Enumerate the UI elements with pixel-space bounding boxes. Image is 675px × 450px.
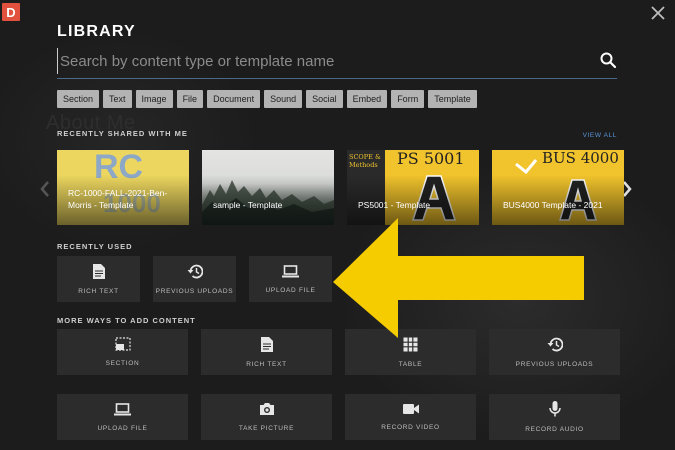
more-ways-heading: MORE WAYS TO ADD CONTENT (57, 316, 196, 325)
filter-chips: Section Text Image File Document Sound S… (57, 90, 477, 108)
recently-shared-heading: RECENTLY SHARED WITH ME (57, 129, 188, 138)
search-input[interactable] (57, 48, 577, 74)
recently-used-heading: RECENTLY USED (57, 242, 133, 251)
template-card-label: sample - Template (213, 200, 283, 210)
document-icon (260, 336, 273, 352)
filter-form[interactable]: Form (391, 90, 425, 108)
previous-uploads-button[interactable]: PREVIOUS UPLOADS (489, 329, 620, 375)
filter-embed[interactable]: Embed (346, 90, 388, 108)
view-all-link[interactable]: VIEW ALL (583, 132, 617, 139)
tile-label: UPLOAD FILE (97, 424, 148, 432)
filter-social[interactable]: Social (306, 90, 343, 108)
filter-section[interactable]: Section (57, 90, 100, 108)
record-audio-button[interactable]: RECORD AUDIO (489, 394, 620, 440)
recently-used-list: RICH TEXT PREVIOUS UPLOADS UPLOAD FILE (57, 256, 332, 302)
tile-label: RICH TEXT (78, 287, 119, 295)
template-card-sample[interactable]: sample - Template (202, 150, 334, 225)
template-card-label: RC-1000-FALL-2021-Ben-Morris - Template (68, 188, 168, 210)
filter-file[interactable]: File (176, 90, 204, 108)
tile-label: PREVIOUS UPLOADS (515, 360, 594, 368)
filter-image[interactable]: Image (135, 90, 173, 108)
library-title: LIBRARY (57, 23, 136, 40)
template-card-rc1000[interactable]: RC 1000 RC-1000-FALL-2021-Ben-Morris - T… (57, 150, 189, 225)
upload-file-button[interactable]: UPLOAD FILE (57, 394, 188, 440)
tile-label: RECORD AUDIO (525, 426, 584, 433)
tile-label: TABLE (398, 360, 423, 368)
tile-label: SECTION (105, 360, 140, 367)
history-icon (187, 264, 203, 278)
filter-template[interactable]: Template (428, 90, 477, 108)
chevron-left-icon[interactable] (40, 181, 50, 197)
section-button[interactable]: SECTION (57, 329, 188, 375)
camera-icon (259, 403, 274, 415)
recent-upload-file-button[interactable]: UPLOAD FILE (249, 256, 332, 302)
filter-text[interactable]: Text (103, 90, 132, 108)
search-icon[interactable] (599, 51, 617, 69)
filter-sound[interactable]: Sound (264, 90, 303, 108)
template-card-bus4000[interactable]: BUS 4000 BUS4000 Template - 2021 (492, 150, 624, 225)
table-icon (403, 337, 418, 351)
search-bar (57, 48, 617, 79)
template-card-ps5001[interactable]: SCOPE & Methods PS 5001 PS5001 - Templat… (347, 150, 479, 225)
table-button[interactable]: TABLE (345, 329, 476, 375)
tile-label: RICH TEXT (246, 360, 287, 368)
tile-label: RECORD VIDEO (381, 424, 440, 431)
record-video-button[interactable]: RECORD VIDEO (345, 394, 476, 440)
recent-rich-text-button[interactable]: RICH TEXT (57, 256, 140, 302)
recent-previous-uploads-button[interactable]: PREVIOUS UPLOADS (153, 256, 236, 302)
laptop-icon (282, 264, 299, 277)
video-camera-icon (402, 404, 419, 414)
tile-label: UPLOAD FILE (265, 286, 316, 294)
tile-label: TAKE PICTURE (238, 425, 295, 432)
template-card-label: BUS4000 Template - 2021 (503, 200, 603, 210)
document-icon (92, 263, 105, 279)
rich-text-button[interactable]: RICH TEXT (201, 329, 332, 375)
template-card-label: PS5001 - Template (358, 200, 431, 210)
filter-document[interactable]: Document (207, 90, 261, 108)
history-icon (547, 337, 563, 351)
microphone-icon (548, 401, 561, 417)
tile-label: PREVIOUS UPLOADS (155, 287, 234, 295)
laptop-icon (114, 402, 131, 415)
section-icon (114, 337, 131, 351)
app-logo[interactable]: D (2, 3, 20, 21)
more-ways-grid: SECTION RICH TEXT TABLE PREVIOUS UPLOADS… (57, 329, 620, 440)
recently-shared-list: RC 1000 RC-1000-FALL-2021-Ben-Morris - T… (57, 150, 624, 225)
take-picture-button[interactable]: TAKE PICTURE (201, 394, 332, 440)
close-icon[interactable] (649, 4, 667, 22)
